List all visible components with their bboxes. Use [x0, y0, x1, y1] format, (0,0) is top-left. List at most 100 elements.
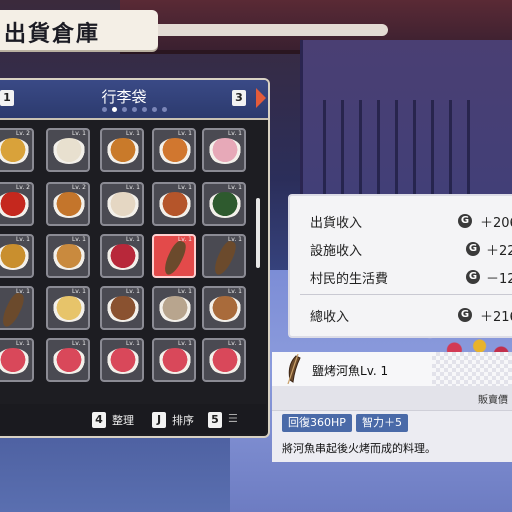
item-slot[interactable]: Lv. 1 [46, 128, 90, 172]
item-level-label: Lv. 1 [177, 340, 192, 347]
item-slot[interactable]: Lv. 1 [152, 286, 196, 330]
organize-label: 整理 [112, 414, 134, 427]
item-level-label: Lv. 1 [227, 288, 242, 295]
sashimi-set-icon [158, 348, 192, 374]
item-slot[interactable]: Lv. 1 [46, 338, 90, 382]
grid-scrollbar[interactable] [256, 198, 260, 268]
item-level-label: Lv. 1 [71, 130, 86, 137]
item-slot[interactable]: Lv. 1 [152, 128, 196, 172]
page-dot[interactable] [132, 107, 137, 112]
gyudon-icon [106, 296, 140, 322]
detail-header: 鹽烤河魚Lv. 1 [272, 352, 512, 387]
item-slot[interactable]: Lv. 1 [202, 338, 246, 382]
sashimi-set-icon [52, 348, 86, 374]
effect-tag-hp: 回復360HP [282, 414, 352, 432]
item-description: 將河魚串起後火烤而成的料理。 [282, 442, 436, 455]
page-dot[interactable] [122, 107, 127, 112]
item-slot[interactable]: Lv. 1 [46, 234, 90, 278]
item-level-label: Lv. 2 [15, 184, 30, 191]
sell-price-label: 販賣價 [478, 395, 508, 406]
item-slot[interactable]: Lv. 2 [46, 182, 90, 226]
item-level-label: Lv. 1 [227, 130, 242, 137]
fruit-bowl-icon [106, 192, 140, 218]
karaage-icon [52, 192, 86, 218]
gold-icon: G [458, 214, 472, 228]
bag-header: 1 行李袋 3 [0, 80, 268, 120]
item-level-label: Lv. 1 [71, 340, 86, 347]
item-slot[interactable]: Lv. 1 [202, 286, 246, 330]
item-slot[interactable]: Lv. 1 [202, 128, 246, 172]
item-slot[interactable]: Lv. 1 [100, 338, 144, 382]
yakisoba-icon [52, 244, 86, 270]
dango-skewers-icon [208, 138, 242, 164]
item-level-label: Lv. 1 [125, 340, 140, 347]
item-slot[interactable]: Lv. 1 [0, 234, 34, 278]
item-level-label: Lv. 1 [125, 130, 140, 137]
page-dots [102, 107, 167, 112]
effect-tag-int: 智力＋5 [356, 414, 408, 432]
item-level-label: Lv. 1 [177, 184, 192, 191]
item-slot[interactable]: Lv. 1 [152, 234, 196, 278]
next-arrow-icon[interactable] [256, 88, 266, 108]
page-dot[interactable] [102, 107, 107, 112]
inventory-footer: 4 整理 J 排序 5 ☰ [0, 404, 266, 434]
item-slot[interactable]: Lv. 2 [0, 128, 34, 172]
item-level-label: Lv. 1 [125, 236, 140, 243]
income-row-facility: 設施收入 G ＋22 [310, 242, 512, 259]
sushi-rolls-icon [208, 192, 242, 218]
dumplings-icon [208, 296, 242, 322]
item-level-label: Lv. 1 [71, 288, 86, 295]
sashimi-set-icon [208, 348, 242, 374]
item-slot[interactable]: Lv. 1 [0, 286, 34, 330]
sell-price-row: 販賣價 [272, 386, 512, 411]
item-slot[interactable]: Lv. 1 [100, 128, 144, 172]
item-level-label: Lv. 1 [227, 340, 242, 347]
item-slot[interactable]: Lv. 1 [152, 182, 196, 226]
item-level-label: Lv. 2 [15, 130, 30, 137]
rice-bowl-icon [158, 296, 192, 322]
sashimi-set-icon [106, 348, 140, 374]
item-level-label: Lv. 1 [125, 288, 140, 295]
item-slot[interactable]: Lv. 1 [100, 182, 144, 226]
income-panel: 出貨收入 G ＋206 設施收入 G ＋22 村民的生活費 G －12 總收入 … [288, 194, 512, 338]
item-slot[interactable]: Lv. 1 [0, 338, 34, 382]
item-level-label: Lv. 1 [227, 184, 242, 191]
list-icon: ☰ [228, 412, 238, 425]
inventory-panel: 1 行李袋 3 Lv. 2 Lv. 1 Lv. 1 Lv. 1 Lv. 1 Lv. 2 Lv… [0, 78, 270, 438]
item-level-label: Lv. 1 [125, 184, 140, 191]
item-slot[interactable]: Lv. 1 [100, 286, 144, 330]
item-level-label: Lv. 2 [71, 184, 86, 191]
sort-label: 排序 [172, 414, 194, 427]
income-row-shipping: 出貨收入 G ＋206 [310, 214, 512, 231]
organize-key: 4 [92, 412, 106, 428]
item-name: 鹽烤河魚Lv. 1 [312, 364, 389, 378]
item-slot[interactable]: Lv. 1 [202, 234, 246, 278]
gold-icon: G [466, 242, 480, 256]
income-row-living-cost: 村民的生活費 G －12 [310, 270, 512, 287]
page-dot[interactable] [162, 107, 167, 112]
title-banner: 出貨倉庫 [0, 10, 388, 50]
fried-shrimp-icon [158, 138, 192, 164]
page-dot[interactable] [152, 107, 157, 112]
extra-key: 5 [208, 412, 222, 428]
item-slot[interactable]: Lv. 1 [152, 338, 196, 382]
item-detail-panel: 鹽烤河魚Lv. 1 販賣價 回復360HP 智力＋5 將河魚串起後火烤而成的料理… [272, 352, 512, 462]
page-dot[interactable] [142, 107, 147, 112]
item-grid: Lv. 2 Lv. 1 Lv. 1 Lv. 1 Lv. 1 Lv. 2 Lv. 2 Lv. 1… [0, 128, 252, 398]
next-page-key[interactable]: 3 [232, 90, 246, 106]
item-slot[interactable]: Lv. 1 [100, 234, 144, 278]
item-slot[interactable]: Lv. 1 [202, 182, 246, 226]
sashimi-set-icon [0, 348, 30, 374]
item-level-label: Lv. 1 [177, 130, 192, 137]
oyakodon-icon [52, 296, 86, 322]
page-dot[interactable] [112, 107, 117, 112]
steamed-dish-icon [0, 244, 30, 270]
item-slot[interactable]: Lv. 2 [0, 182, 34, 226]
gold-icon: G [466, 270, 480, 284]
gold-icon: G [458, 308, 472, 322]
fried-chicken-icon [106, 138, 140, 164]
grilled-river-fish-icon [161, 238, 189, 278]
income-row-total: 總收入 G ＋216 [310, 308, 512, 325]
candied-apple-icon [0, 192, 30, 218]
item-slot[interactable]: Lv. 1 [46, 286, 90, 330]
